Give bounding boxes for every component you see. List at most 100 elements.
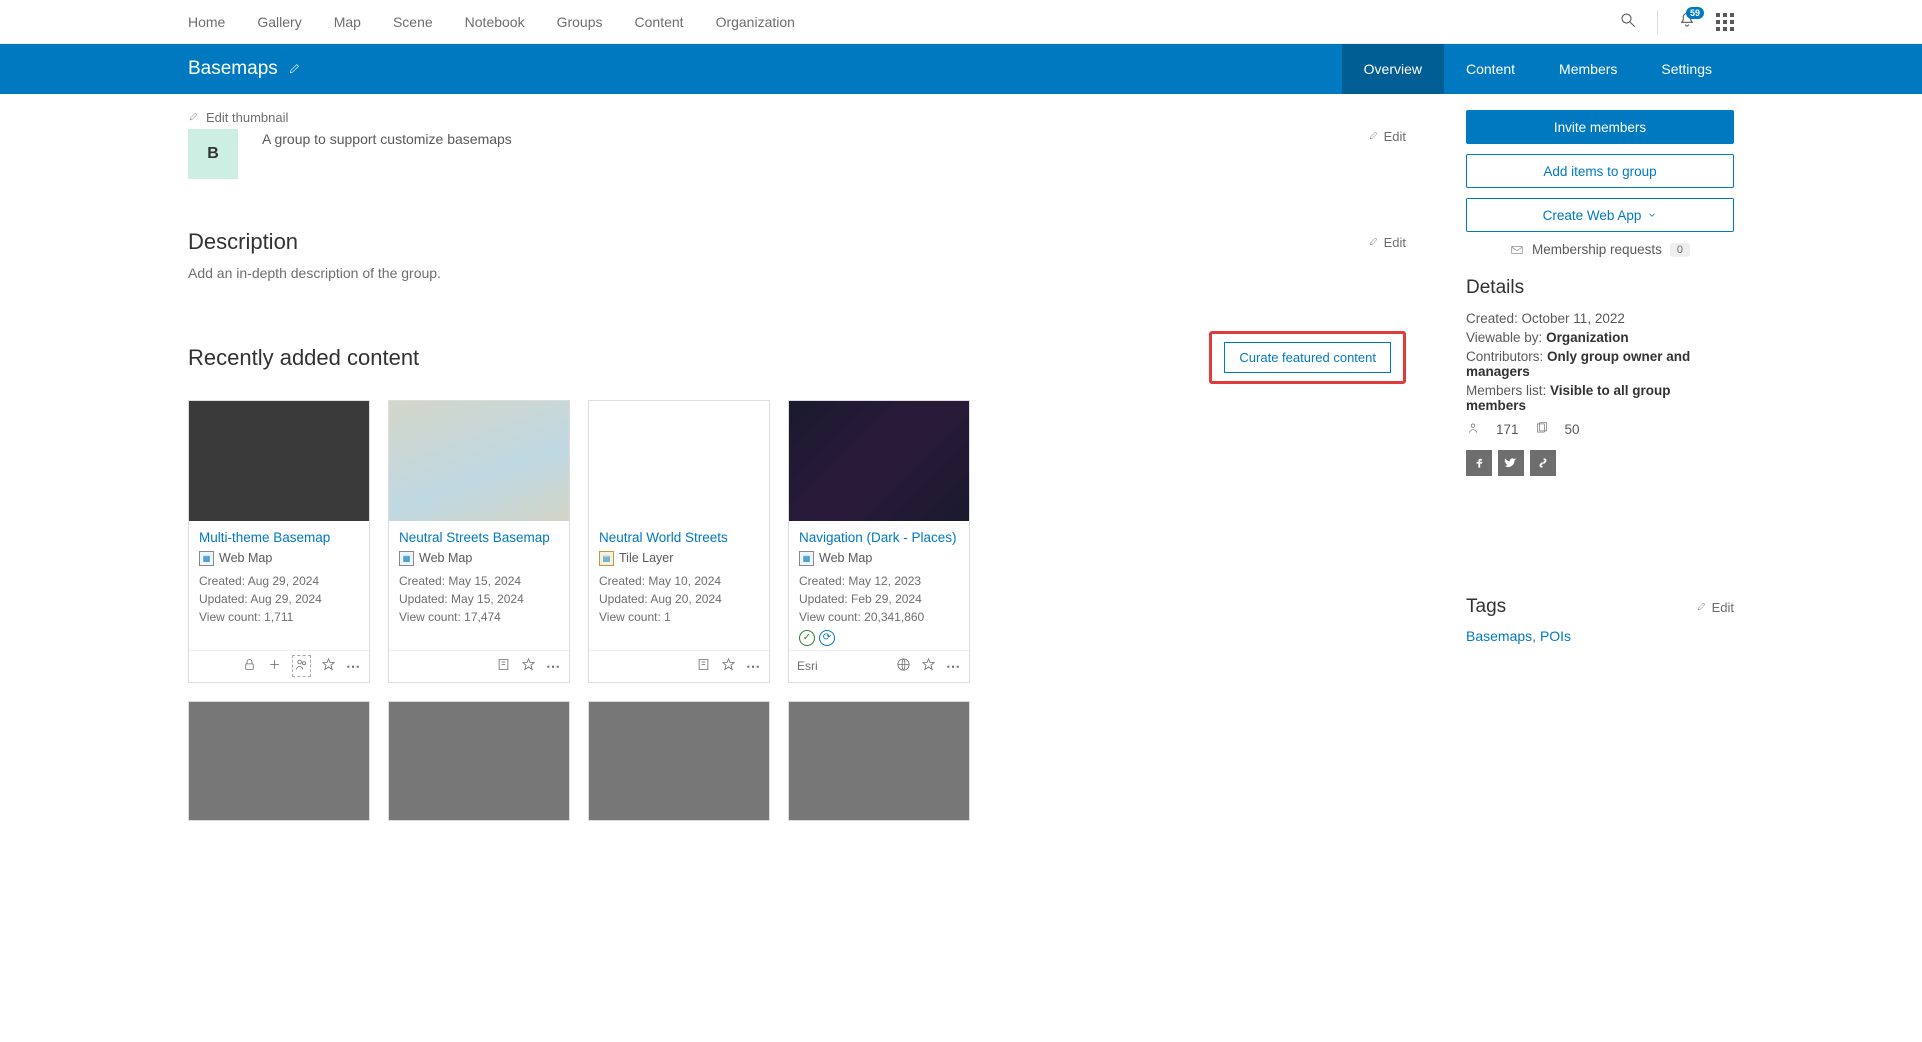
card-thumbnail[interactable]	[788, 701, 970, 821]
star-icon[interactable]	[921, 657, 936, 675]
card-type: Web Map	[419, 551, 472, 565]
add-items-button[interactable]: Add items to group	[1466, 154, 1734, 188]
plus-icon[interactable]	[267, 657, 282, 675]
lock-icon[interactable]	[242, 657, 257, 675]
tile-layer-icon: ▤	[599, 551, 614, 566]
more-options-icon[interactable]: ⋯	[746, 658, 761, 675]
curate-featured-content-button[interactable]: Curate featured content	[1224, 342, 1391, 373]
group-summary-text: A group to support customize basemaps	[262, 129, 512, 147]
recent-content-heading: Recently added content	[188, 345, 419, 371]
tab-settings[interactable]: Settings	[1639, 44, 1734, 94]
description-placeholder[interactable]: Add an in-depth description of the group…	[188, 265, 1406, 281]
invite-members-button[interactable]: Invite members	[1466, 110, 1734, 144]
card-views: View count: 17,474	[399, 608, 559, 626]
detail-members-list: Members list: Visible to all group membe…	[1466, 383, 1734, 413]
tag-link[interactable]: POIs	[1540, 628, 1571, 644]
nav-divider	[1657, 10, 1658, 34]
pencil-icon	[1368, 235, 1380, 250]
notifications-button[interactable]: 59	[1678, 11, 1696, 32]
edit-thumbnail-link[interactable]: Edit thumbnail	[188, 110, 1406, 125]
search-icon[interactable]	[1619, 11, 1637, 32]
card-thumbnail	[189, 401, 369, 521]
content-card[interactable]: Neutral World Streets ▤Tile Layer Create…	[588, 400, 770, 683]
more-options-icon[interactable]: ⋯	[546, 658, 561, 675]
pencil-icon	[1696, 600, 1708, 615]
items-count: 50	[1565, 422, 1580, 437]
members-count: 171	[1496, 422, 1519, 437]
content-card-grid: Multi-theme Basemap ▦Web Map Created: Au…	[188, 400, 1406, 683]
facebook-share-icon[interactable]	[1466, 450, 1492, 476]
edit-label: Edit	[1384, 129, 1406, 144]
nav-organization[interactable]: Organization	[716, 14, 795, 30]
tab-members[interactable]: Members	[1537, 44, 1639, 94]
more-options-icon[interactable]: ⋯	[946, 658, 961, 675]
members-count-icon	[1466, 421, 1480, 438]
edit-title-icon[interactable]	[288, 61, 302, 78]
card-thumbnail	[389, 401, 569, 521]
edit-description-button[interactable]: Edit	[1368, 235, 1406, 250]
card-thumbnail	[789, 401, 969, 521]
group-tabs: Overview Content Members Settings	[1342, 44, 1734, 94]
card-title[interactable]: Neutral World Streets	[599, 529, 759, 547]
card-owner: Esri	[797, 659, 818, 673]
card-views: View count: 1,711	[199, 608, 359, 626]
top-nav: Home Gallery Map Scene Notebook Groups C…	[0, 0, 1922, 44]
tab-overview[interactable]: Overview	[1342, 44, 1444, 94]
app-launcher-icon[interactable]	[1716, 13, 1734, 31]
edit-summary-button[interactable]: Edit	[1368, 129, 1406, 144]
card-title[interactable]: Neutral Streets Basemap	[399, 529, 559, 547]
create-web-app-button[interactable]: Create Web App	[1466, 198, 1734, 232]
card-thumbnail[interactable]	[188, 701, 370, 821]
tags-heading: Tags	[1466, 596, 1506, 618]
org-icon[interactable]	[696, 657, 711, 675]
edit-thumbnail-label: Edit thumbnail	[206, 110, 288, 125]
star-icon[interactable]	[321, 657, 336, 675]
card-thumbnail	[589, 401, 769, 521]
create-web-app-label: Create Web App	[1543, 208, 1642, 223]
group-icon[interactable]	[292, 655, 311, 677]
authoritative-badge-icon: ✓	[799, 630, 815, 646]
nav-content[interactable]: Content	[635, 14, 684, 30]
link-share-icon[interactable]	[1530, 450, 1556, 476]
card-created: Created: May 10, 2024	[599, 572, 759, 590]
membership-requests-link[interactable]: Membership requests 0	[1466, 242, 1734, 257]
content-card[interactable]: Navigation (Dark - Places) ▦Web Map Crea…	[788, 400, 970, 683]
nav-scene[interactable]: Scene	[393, 14, 433, 30]
card-created: Created: May 15, 2024	[399, 572, 559, 590]
tab-content[interactable]: Content	[1444, 44, 1537, 94]
pencil-icon	[188, 110, 200, 125]
twitter-share-icon[interactable]	[1498, 450, 1524, 476]
group-thumbnail: B	[188, 129, 238, 179]
globe-icon[interactable]	[896, 657, 911, 675]
nav-gallery[interactable]: Gallery	[257, 14, 301, 30]
membership-requests-label: Membership requests	[1532, 242, 1662, 257]
nav-home[interactable]: Home	[188, 14, 225, 30]
envelope-icon	[1510, 243, 1524, 257]
edit-label: Edit	[1384, 235, 1406, 250]
pencil-icon	[1368, 129, 1380, 144]
card-updated: Updated: Aug 20, 2024	[599, 590, 759, 608]
content-card[interactable]: Multi-theme Basemap ▦Web Map Created: Au…	[188, 400, 370, 683]
group-title: Basemaps	[188, 58, 278, 80]
nav-groups[interactable]: Groups	[557, 14, 603, 30]
star-icon[interactable]	[521, 657, 536, 675]
tag-link[interactable]: Basemaps	[1466, 628, 1532, 644]
org-icon[interactable]	[496, 657, 511, 675]
card-thumbnail[interactable]	[388, 701, 570, 821]
card-thumbnail[interactable]	[588, 701, 770, 821]
detail-contributors: Contributors: Only group owner and manag…	[1466, 349, 1734, 379]
card-title[interactable]: Navigation (Dark - Places)	[799, 529, 959, 547]
more-options-icon[interactable]: ⋯	[346, 658, 361, 675]
card-updated: Updated: Feb 29, 2024	[799, 590, 959, 608]
edit-tags-button[interactable]: Edit	[1696, 600, 1734, 615]
main-column: Edit thumbnail B A group to support cust…	[188, 110, 1406, 821]
card-created: Created: Aug 29, 2024	[199, 572, 359, 590]
top-nav-links: Home Gallery Map Scene Notebook Groups C…	[188, 14, 795, 30]
star-icon[interactable]	[721, 657, 736, 675]
nav-notebook[interactable]: Notebook	[465, 14, 525, 30]
card-updated: Updated: Aug 29, 2024	[199, 590, 359, 608]
card-title[interactable]: Multi-theme Basemap	[199, 529, 359, 547]
details-heading: Details	[1466, 277, 1734, 299]
content-card[interactable]: Neutral Streets Basemap ▦Web Map Created…	[388, 400, 570, 683]
nav-map[interactable]: Map	[334, 14, 361, 30]
